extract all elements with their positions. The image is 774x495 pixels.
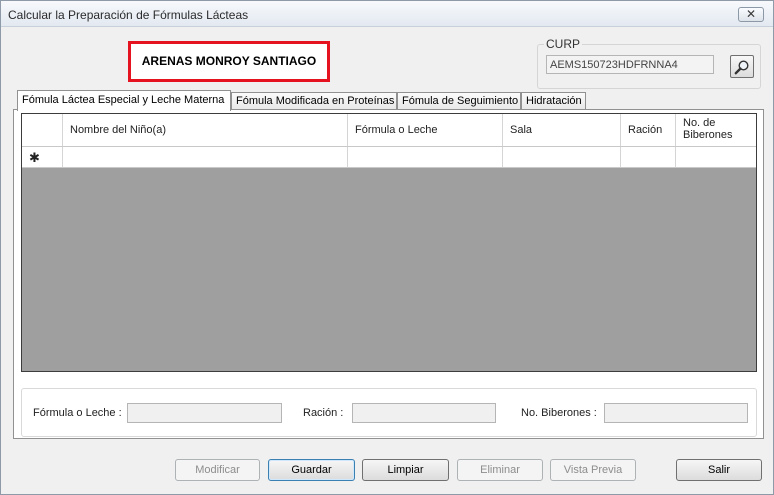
cell-sala[interactable] (503, 147, 621, 167)
curp-input[interactable] (546, 55, 714, 74)
column-header-nombre[interactable]: Nombre del Niño(a) (63, 114, 348, 146)
new-row[interactable]: ✱ (22, 147, 756, 168)
tab-page: Nombre del Niño(a) Fórmula o Leche Sala … (13, 109, 764, 439)
formula-field[interactable] (127, 403, 282, 423)
formula-grid[interactable]: Nombre del Niño(a) Fórmula o Leche Sala … (21, 113, 757, 372)
vista-previa-button[interactable]: Vista Previa (550, 459, 636, 481)
column-header-formula[interactable]: Fórmula o Leche (348, 114, 503, 146)
modificar-button[interactable]: Modificar (175, 459, 260, 481)
biberones-field[interactable] (604, 403, 748, 423)
magnifier-icon (734, 60, 749, 75)
search-curp-button[interactable] (730, 55, 754, 78)
eliminar-button[interactable]: Eliminar (457, 459, 543, 481)
cell-formula[interactable] (348, 147, 503, 167)
tab-formula-especial[interactable]: Fómula Láctea Especial y Leche Materna (17, 90, 231, 111)
curp-label: CURP (544, 37, 583, 51)
main-window: Calcular la Preparación de Fórmulas Láct… (0, 0, 774, 495)
column-label: Fórmula o Leche (355, 124, 438, 136)
curp-group: CURP (537, 37, 761, 89)
column-header-racion[interactable]: Ración (621, 114, 676, 146)
close-button[interactable]: ✕ (738, 7, 764, 22)
formula-label: Fórmula o Leche : (33, 407, 122, 419)
column-label: No. de Biberones (683, 117, 733, 141)
window-title: Calcular la Preparación de Fórmulas Láct… (8, 8, 249, 22)
grid-header: Nombre del Niño(a) Fórmula o Leche Sala … (22, 114, 756, 147)
title-bar: Calcular la Preparación de Fórmulas Láct… (1, 1, 773, 27)
salir-button[interactable]: Salir (676, 459, 762, 481)
tab-formula-modificada[interactable]: Fómula Modificada en Proteínas (231, 92, 397, 110)
tab-hidratacion[interactable]: Hidratación (521, 92, 586, 110)
column-header-biberones[interactable]: No. de Biberones (676, 114, 756, 146)
biberones-label: No. Biberones : (521, 407, 597, 419)
limpiar-button[interactable]: Limpiar (362, 459, 449, 481)
racion-label: Ración : (303, 407, 344, 419)
racion-field[interactable] (352, 403, 496, 423)
column-header-sala[interactable]: Sala (503, 114, 621, 146)
column-label: Ración (628, 124, 663, 136)
tab-formula-seguimiento[interactable]: Fómula de Seguimiento (397, 92, 521, 110)
new-row-icon: ✱ (29, 150, 40, 165)
guardar-button[interactable]: Guardar (268, 459, 355, 481)
cell-biberones[interactable] (676, 147, 756, 167)
column-label: Sala (510, 124, 533, 136)
cell-racion[interactable] (621, 147, 676, 167)
patient-name: ARENAS MONROY SANTIAGO (128, 41, 330, 82)
row-header[interactable]: ✱ (22, 147, 63, 167)
cell-nombre[interactable] (63, 147, 348, 167)
column-label: Nombre del Niño(a) (70, 124, 166, 136)
row-header-corner (22, 114, 63, 146)
details-group: Fórmula o Leche : Ración : No. Biberones… (21, 388, 757, 437)
